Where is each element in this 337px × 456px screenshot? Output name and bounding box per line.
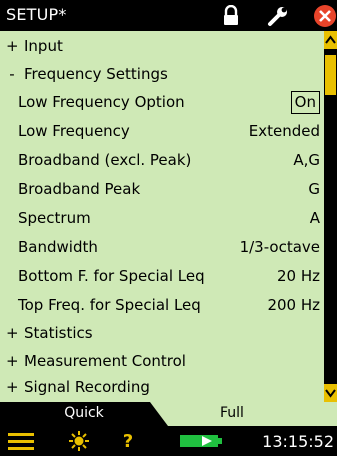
param-label: Low Frequency Option [18,93,185,111]
tab-bar: Quick Full [0,402,337,426]
clock-time: 13:15:52 [262,432,334,451]
group-label: Measurement Control [24,352,186,370]
param-value-selected[interactable]: On [290,91,320,114]
chevron-up-icon [325,35,336,44]
param-low-frequency[interactable]: Low Frequency Extended [0,118,324,147]
param-value[interactable]: G [308,180,320,198]
group-measurement-control[interactable]: + Measurement Control [0,348,324,377]
param-label: Bottom F. for Special Leq [18,267,205,285]
param-low-frequency-option[interactable]: Low Frequency Option On [0,89,324,118]
group-label: Statistics [24,324,93,342]
setup-panel: + Input - Frequency Settings Low Frequen… [0,31,324,402]
close-icon[interactable] [313,3,337,29]
param-broadband-peak[interactable]: Broadband Peak G [0,176,324,205]
collapse-icon: - [9,65,15,83]
expand-icon: + [6,352,19,370]
lock-icon[interactable] [219,3,243,29]
param-label: Spectrum [18,209,91,227]
param-label: Bandwidth [18,238,98,256]
title-bar: SETUP* [0,0,337,31]
expand-icon: + [6,378,19,396]
param-broadband-excl-peak[interactable]: Broadband (excl. Peak) A,G [0,147,324,176]
param-value[interactable]: 20 Hz [277,267,320,285]
battery-icon [180,430,222,452]
expand-icon: + [6,37,19,55]
param-bottom-f-special-leq[interactable]: Bottom F. for Special Leq 20 Hz [0,263,324,292]
group-input[interactable]: + Input [0,33,324,62]
scroll-thumb[interactable] [325,55,336,95]
param-value[interactable]: A [310,209,320,227]
group-frequency-settings[interactable]: - Frequency Settings [0,61,324,90]
param-label: Broadband (excl. Peak) [18,151,192,169]
window-title: SETUP* [6,5,67,24]
tab-full[interactable]: Full [150,402,337,426]
vertical-scrollbar[interactable] [324,31,337,402]
param-label: Broadband Peak [18,180,141,198]
scroll-up-button[interactable] [324,31,337,49]
status-bar: ? 13:15:52 [0,426,337,456]
param-spectrum[interactable]: Spectrum A [0,205,324,234]
group-label: Input [24,37,63,55]
group-label: Signal Recording [24,378,150,396]
wrench-icon[interactable] [266,3,290,29]
param-value[interactable]: 200 Hz [267,296,320,314]
tab-full-label: Full [220,405,244,421]
sun-icon[interactable] [67,430,91,452]
param-top-freq-special-leq[interactable]: Top Freq. for Special Leq 200 Hz [0,292,324,321]
scroll-down-button[interactable] [324,384,337,402]
chevron-down-icon [325,389,336,398]
param-label: Top Freq. for Special Leq [18,296,201,314]
param-label: Low Frequency [18,122,130,140]
group-signal-recording[interactable]: + Signal Recording [0,374,324,403]
help-icon[interactable]: ? [120,430,136,452]
param-bandwidth[interactable]: Bandwidth 1/3-octave [0,234,324,263]
param-value[interactable]: Extended [249,122,320,140]
tab-quick[interactable]: Quick [0,402,168,426]
param-value[interactable]: A,G [293,151,320,169]
group-statistics[interactable]: + Statistics [0,320,324,349]
expand-icon: + [6,324,19,342]
group-label: Frequency Settings [24,65,168,83]
param-value[interactable]: 1/3-octave [240,238,320,256]
menu-icon[interactable] [8,430,34,452]
